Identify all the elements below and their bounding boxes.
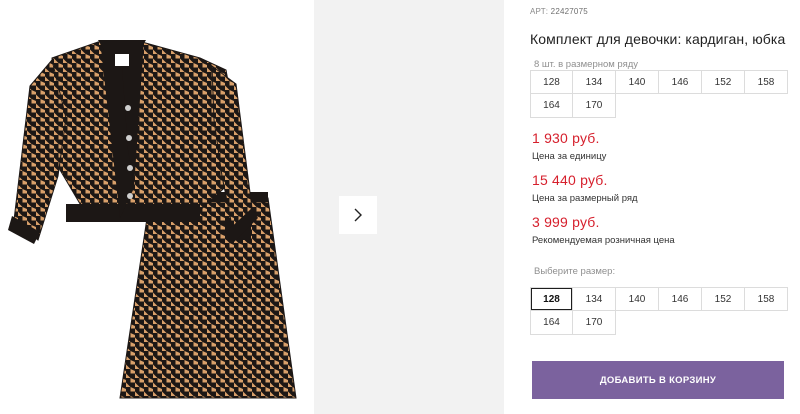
size-option-selected[interactable]: 128 bbox=[530, 287, 573, 311]
size-set-cell: 158 bbox=[745, 70, 788, 94]
size-set-cell: 146 bbox=[659, 70, 702, 94]
size-set-cell: 170 bbox=[573, 94, 616, 118]
retail-price: 3 999 руб. bbox=[532, 214, 600, 230]
chevron-right-icon bbox=[354, 208, 362, 222]
unit-price: 1 930 руб. bbox=[532, 130, 600, 146]
set-price-label: Цена за размерный ряд bbox=[532, 193, 638, 204]
size-set-cell: 164 bbox=[530, 94, 573, 118]
size-set-cell: 134 bbox=[573, 70, 616, 94]
size-set-caption: 8 шт. в размерном ряду bbox=[534, 59, 639, 70]
retail-price-label: Рекомендуемая розничная цена bbox=[532, 235, 675, 246]
size-set-cell: 152 bbox=[702, 70, 745, 94]
size-option[interactable]: 146 bbox=[659, 287, 702, 311]
size-set-cell: 140 bbox=[616, 70, 659, 94]
size-option[interactable]: 170 bbox=[573, 311, 616, 335]
size-set-cell: 128 bbox=[530, 70, 573, 94]
size-option[interactable]: 158 bbox=[745, 287, 788, 311]
article-value: 22427075 bbox=[550, 7, 588, 16]
article-label: АРТ: bbox=[530, 7, 549, 16]
size-option[interactable]: 134 bbox=[573, 287, 616, 311]
product-image bbox=[8, 40, 297, 399]
set-price: 15 440 руб. bbox=[532, 172, 608, 188]
choose-size-label: Выберите размер: bbox=[534, 266, 616, 277]
product-title: Комплект для девочки: кардиган, юбка bbox=[530, 31, 786, 47]
size-set-grid: 128 134 140 146 152 158 164 170 bbox=[530, 70, 788, 118]
size-option[interactable]: 152 bbox=[702, 287, 745, 311]
size-option[interactable]: 164 bbox=[530, 311, 573, 335]
article-number: АРТ: 22427075 bbox=[530, 7, 588, 16]
unit-price-label: Цена за единицу bbox=[532, 151, 607, 162]
size-selector: 128 134 140 146 152 158 164 170 bbox=[530, 287, 788, 335]
size-option[interactable]: 140 bbox=[616, 287, 659, 311]
product-photo bbox=[0, 0, 306, 414]
gallery-next-button[interactable] bbox=[339, 196, 377, 234]
add-to-cart-button[interactable]: ДОБАВИТЬ В КОРЗИНУ bbox=[532, 361, 784, 399]
